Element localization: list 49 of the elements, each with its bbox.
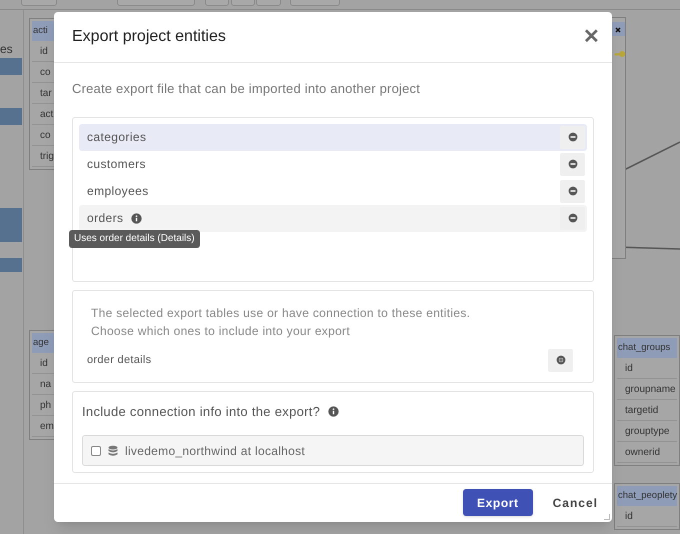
dialog-title: Export project entities (72, 27, 226, 47)
minus-icon (568, 159, 578, 169)
plus-icon (556, 355, 566, 365)
remove-button[interactable] (560, 180, 585, 202)
table-title: chat_peoplety (617, 486, 677, 506)
connection-name: livedemo_northwind at localhost (125, 442, 306, 460)
table-row[interactable]: grouptype (617, 421, 677, 442)
info-icon (328, 406, 340, 417)
minus-icon (568, 132, 578, 142)
entity-name: categories (87, 129, 146, 146)
table-row[interactable]: targetid (617, 400, 677, 421)
add-button[interactable] (548, 348, 573, 372)
entity-name: orders (87, 210, 124, 227)
info-text: The selected export tables use or have connection to these entities. (90, 304, 472, 322)
sidebar-item[interactable] (0, 208, 22, 242)
remove-button[interactable] (560, 152, 585, 176)
checkbox[interactable] (91, 446, 101, 456)
entity-item[interactable]: customers (79, 150, 587, 178)
database-icon (107, 444, 119, 456)
remove-button[interactable] (560, 126, 585, 148)
table-header (612, 22, 625, 36)
cancel-button[interactable]: Cancel (550, 489, 600, 516)
entity-name: customers (87, 156, 146, 173)
sidebar-item[interactable] (0, 258, 22, 272)
minus-icon (568, 213, 578, 223)
entity-name: employees (87, 183, 149, 200)
sidebar-label: es (0, 41, 13, 58)
entity-item[interactable]: categories (79, 124, 587, 150)
key-icon (614, 48, 626, 60)
export-button[interactable]: Export (463, 489, 533, 516)
table-row[interactable]: groupname (617, 379, 677, 400)
dialog-description: Create export file that can be imported into another project (72, 80, 422, 98)
sidebar-item[interactable] (0, 108, 22, 125)
resize-handle[interactable] (604, 514, 610, 520)
entity-item[interactable]: orders (79, 204, 587, 232)
section-heading: Include connection info into the export? (82, 402, 320, 421)
close-button[interactable]: ✕ (581, 27, 602, 47)
tooltip: Uses order details (Details) (69, 230, 200, 248)
table-row[interactable]: id (617, 358, 677, 379)
sidebar-item[interactable] (0, 58, 22, 75)
entity-name: order details (87, 352, 152, 368)
minus-icon (568, 186, 578, 196)
info-text: Choose which ones to include into your export (90, 322, 351, 340)
close-icon[interactable] (614, 26, 622, 34)
remove-button[interactable] (560, 206, 585, 230)
table-row[interactable]: id (617, 506, 677, 527)
table-title: chat_groups (617, 338, 677, 358)
table-row[interactable]: ownerid (617, 442, 677, 463)
connection-option[interactable]: livedemo_northwind at localhost (82, 435, 584, 466)
